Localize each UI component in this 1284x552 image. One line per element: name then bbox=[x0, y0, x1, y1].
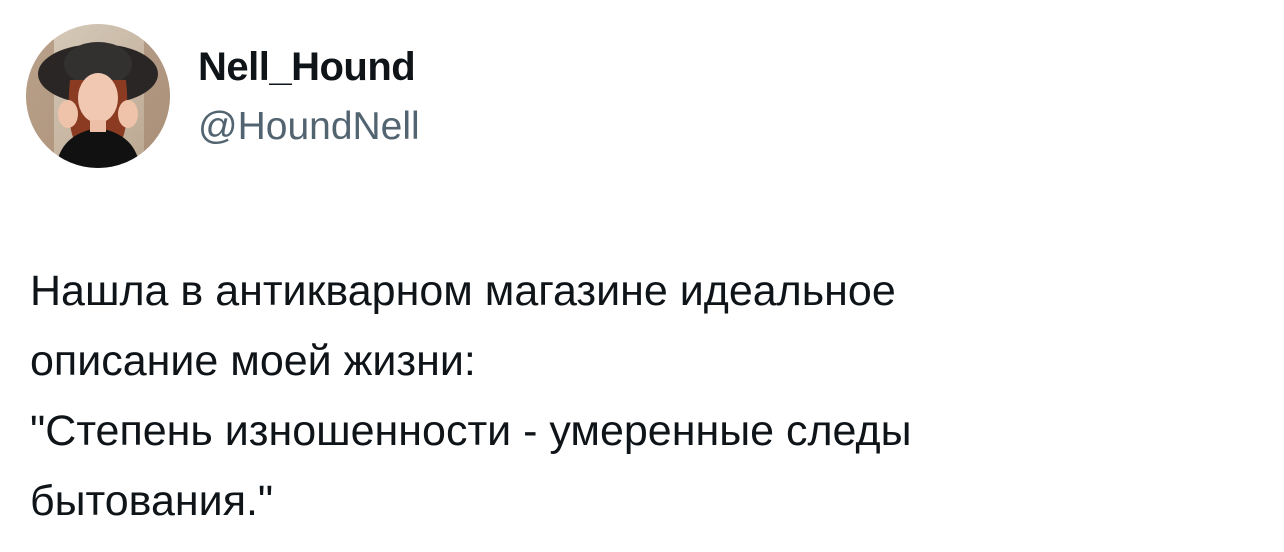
avatar[interactable] bbox=[26, 24, 170, 168]
tweet-text-line: Нашла в антикварном магазине идеальное bbox=[30, 267, 896, 315]
tweet-text-line: "Степень изношенности - умеренные следы bbox=[30, 407, 912, 455]
author-display-name[interactable]: Nell_Hound bbox=[198, 38, 416, 96]
author-handle[interactable]: @HoundNell bbox=[198, 98, 420, 156]
avatar-image bbox=[26, 24, 170, 168]
tweet-text-line: бытования." bbox=[30, 477, 274, 525]
tweet-text-line: описание моей жизни: bbox=[30, 337, 476, 385]
tweet-card: Nell_Hound @HoundNell Нашла в антикварно… bbox=[0, 0, 1284, 552]
tweet-text: Нашла в антикварном магазине идеальное о… bbox=[30, 256, 1260, 536]
